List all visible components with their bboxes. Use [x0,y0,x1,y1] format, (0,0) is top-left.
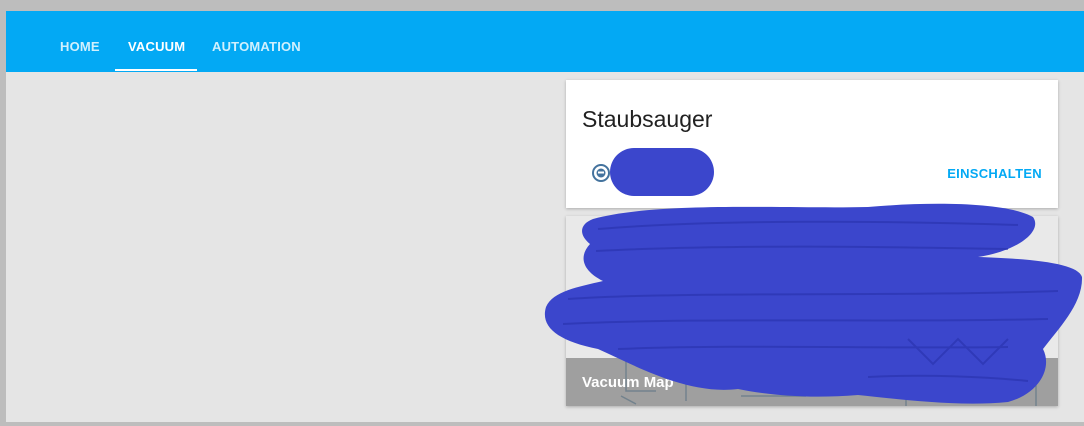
redaction-scribble [544,203,1083,404]
turn-on-button[interactable]: EINSCHALTEN [947,166,1042,181]
card-title: Staubsauger [582,106,713,132]
active-tab-indicator [115,69,197,71]
redacted-entity-name [610,148,714,196]
tab-home[interactable]: HOME [60,11,100,72]
app-header: HOME VACUUM AUTOMATION [6,11,1084,72]
robot-vacuum-icon[interactable] [592,164,610,182]
tab-automation[interactable]: AUTOMATION [212,11,301,72]
vacuum-card: Staubsauger EINSCHALTEN [566,80,1058,208]
tab-vacuum[interactable]: VACUUM [128,11,185,72]
